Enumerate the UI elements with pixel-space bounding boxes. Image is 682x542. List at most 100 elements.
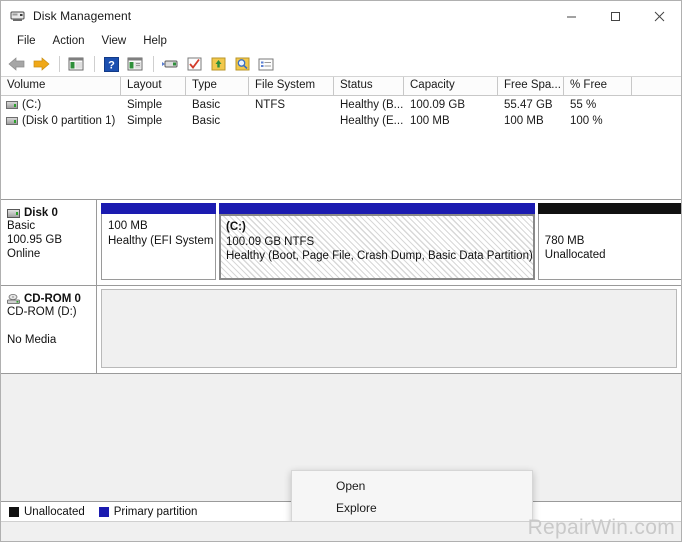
cdrom0-type: CD-ROM (D:)	[7, 306, 77, 318]
cdrom0-info[interactable]: CD-ROM 0 CD-ROM (D:) No Media	[1, 286, 97, 373]
column-header-capacity[interactable]: Capacity	[404, 77, 498, 95]
column-header-layout[interactable]: Layout	[121, 77, 186, 95]
create-vhd-icon[interactable]	[207, 53, 229, 75]
attach-vhd-icon[interactable]	[231, 53, 253, 75]
partition-c-status: Healthy (Boot, Page File, Crash Dump, Ba…	[226, 250, 533, 262]
disk0-state: Online	[7, 248, 41, 260]
context-menu-item-open[interactable]: Open	[292, 475, 532, 497]
context-menu: Open Explore Mark Partition as Active Ch…	[291, 470, 533, 521]
menu-help[interactable]: Help	[135, 34, 175, 49]
cell-capacity: 100 MB	[410, 115, 450, 127]
cell-capacity: 100.09 GB	[410, 99, 465, 111]
toolbar-separator	[153, 56, 154, 72]
volume-list-panel: Volume Layout Type File System Status Ca…	[1, 77, 681, 200]
back-arrow-icon[interactable]	[6, 53, 28, 75]
show-hide-console-tree-icon[interactable]	[124, 53, 146, 75]
legend-label-unallocated: Unallocated	[24, 505, 85, 518]
toolbar-separator	[94, 56, 95, 72]
partition-unallocated-body[interactable]: 780 MB Unallocated	[537, 214, 681, 280]
close-button[interactable]	[637, 1, 681, 31]
volume-icon	[6, 117, 18, 125]
partition-unallocated[interactable]: 780 MB Unallocated	[537, 203, 681, 280]
column-header-file-system[interactable]: File System	[249, 77, 334, 95]
column-header-type[interactable]: Type	[186, 77, 249, 95]
disk0-partitions: 100 MB Healthy (EFI System P (C:) 100.09…	[97, 200, 681, 285]
disk0-title-row: Disk 0	[7, 207, 96, 219]
disk-management-icon	[10, 8, 26, 24]
column-header-volume[interactable]: Volume	[1, 77, 121, 95]
cdrom0-partitions	[97, 286, 681, 373]
disk-management-window: Disk Management File Action View Help ? …	[0, 0, 682, 542]
volume-list-rows: (C:) Simple Basic NTFS Healthy (B... 100…	[1, 96, 681, 129]
partition-unallocated-colorbar	[537, 203, 681, 214]
partition-c-body[interactable]: (C:) 100.09 GB NTFS Healthy (Boot, Page …	[219, 214, 535, 280]
menu-action[interactable]: Action	[45, 34, 93, 49]
hard-disk-icon	[7, 208, 20, 218]
legend-swatch-primary-partition	[98, 506, 109, 517]
legend-label-primary-partition: Primary partition	[113, 505, 198, 518]
cell-file-system: NTFS	[255, 99, 286, 111]
rescan-disks-icon[interactable]	[183, 53, 205, 75]
disk0-info[interactable]: Disk 0 Basic 100.95 GB Online	[1, 200, 97, 285]
up-folder-icon[interactable]	[65, 53, 87, 75]
column-header-percent-free[interactable]: % Free	[564, 77, 632, 95]
cd-rom-icon	[7, 293, 21, 305]
cell-percent-free: 55 %	[570, 99, 597, 111]
volume-icon	[6, 101, 18, 109]
cell-status: Healthy (E...	[340, 115, 404, 127]
properties-icon[interactable]	[159, 53, 181, 75]
column-header-blank[interactable]	[632, 77, 681, 95]
partition-unallocated-status: Unallocated	[544, 249, 606, 261]
cell-type: Basic	[192, 99, 221, 111]
menu-bar: File Action View Help	[1, 31, 681, 52]
partition-efi-body[interactable]: 100 MB Healthy (EFI System P	[101, 214, 216, 280]
cell-volume: (C:)	[22, 99, 42, 111]
legend-swatch-unallocated	[9, 506, 19, 517]
cell-volume: (Disk 0 partition 1)	[22, 115, 116, 127]
cell-layout: Simple	[127, 99, 163, 111]
column-header-status[interactable]: Status	[334, 77, 404, 95]
toolbar: ?	[1, 52, 681, 77]
disk-row-disk0: Disk 0 Basic 100.95 GB Online 100 MB Hea…	[1, 200, 681, 286]
table-row[interactable]: (Disk 0 partition 1) Simple Basic Health…	[1, 113, 681, 129]
menu-file[interactable]: File	[9, 34, 44, 49]
title-bar: Disk Management	[1, 1, 681, 31]
partition-unallocated-size: 780 MB	[544, 234, 585, 247]
partition-efi-status: Healthy (EFI System P	[108, 234, 216, 247]
cell-status: Healthy (B...	[340, 99, 404, 111]
toolbar-separator	[59, 56, 60, 72]
cdrom0-title-row: CD-ROM 0	[7, 293, 96, 305]
partition-efi-size: 100 MB	[108, 220, 148, 232]
partition-efi-colorbar	[101, 203, 216, 214]
disk-row-cdrom0: CD-ROM 0 CD-ROM (D:) No Media	[1, 286, 681, 374]
watermark: RepairWin.com	[527, 516, 675, 539]
column-header-free-space[interactable]: Free Spa...	[498, 77, 564, 95]
table-row[interactable]: (C:) Simple Basic NTFS Healthy (B... 100…	[1, 97, 681, 113]
cell-layout: Simple	[127, 115, 163, 127]
window-title: Disk Management	[33, 9, 132, 23]
cdrom0-name: CD-ROM 0	[24, 293, 81, 305]
partition-c-colorbar	[219, 203, 535, 214]
graphical-view-panel: Disk 0 Basic 100.95 GB Online 100 MB Hea…	[1, 200, 681, 521]
context-menu-item-explore[interactable]: Explore	[292, 497, 532, 519]
disk0-name: Disk 0	[24, 207, 58, 219]
list-view-icon[interactable]	[255, 53, 277, 75]
minimize-button[interactable]	[549, 1, 593, 31]
cdrom0-empty-area[interactable]	[101, 289, 677, 368]
cell-type: Basic	[192, 115, 221, 127]
menu-view[interactable]: View	[94, 34, 135, 49]
disk0-type: Basic	[7, 220, 36, 232]
cell-free-space: 55.47 GB	[504, 99, 553, 111]
svg-text:?: ?	[108, 59, 115, 71]
cdrom0-state: No Media	[7, 334, 57, 346]
partition-unallocated-label	[545, 219, 681, 234]
partition-c-size: 100.09 GB NTFS	[226, 235, 315, 248]
maximize-button[interactable]	[593, 1, 637, 31]
volume-list-header: Volume Layout Type File System Status Ca…	[1, 77, 681, 96]
partition-efi[interactable]: 100 MB Healthy (EFI System P	[101, 203, 216, 280]
help-icon[interactable]: ?	[100, 53, 122, 75]
forward-arrow-icon[interactable]	[30, 53, 52, 75]
window-controls	[549, 1, 681, 31]
partition-c-label: (C:)	[226, 221, 246, 233]
partition-c[interactable]: (C:) 100.09 GB NTFS Healthy (Boot, Page …	[219, 203, 535, 280]
